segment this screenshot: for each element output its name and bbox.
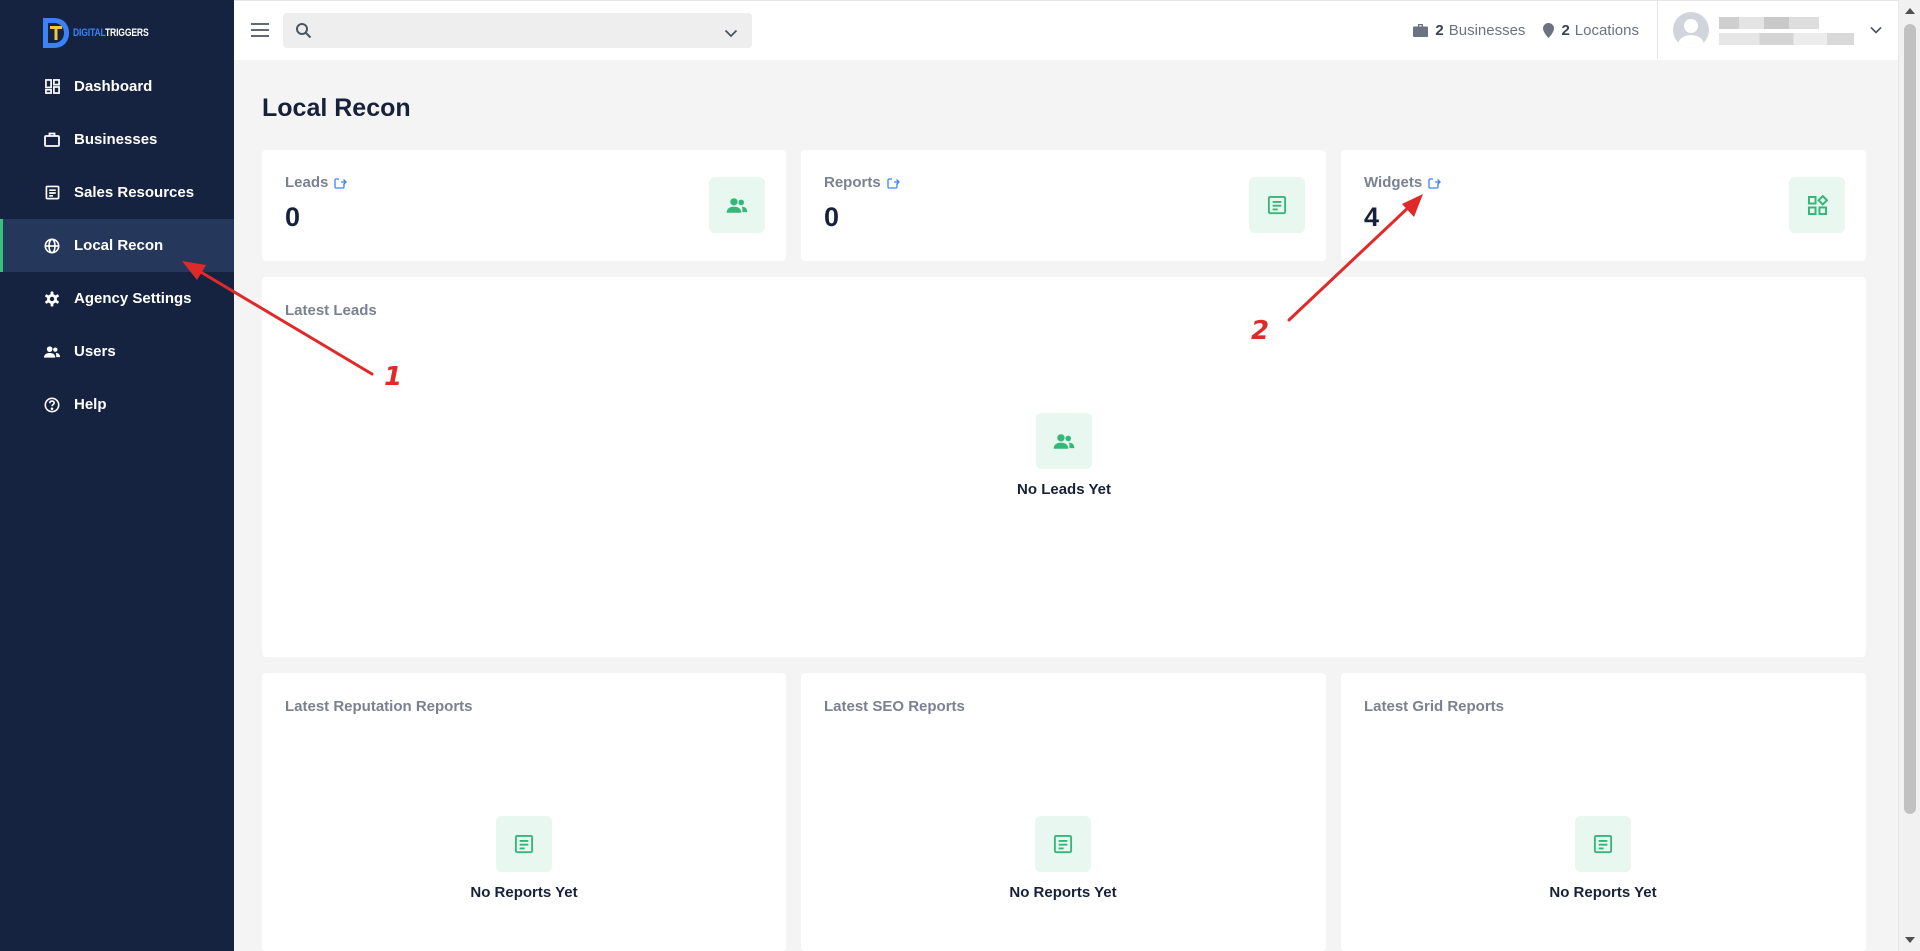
- widgets-icon: [1789, 177, 1845, 233]
- widgets-label: Widgets: [1364, 174, 1442, 191]
- business-search-select[interactable]: [283, 13, 752, 48]
- globe-icon: [44, 238, 60, 254]
- map-pin-icon: [1543, 22, 1555, 38]
- menu-toggle-icon[interactable]: [250, 21, 270, 39]
- gear-icon: [44, 291, 60, 307]
- document-icon: [44, 185, 60, 201]
- vertical-scrollbar[interactable]: [1898, 0, 1920, 951]
- report-icon: [1035, 816, 1091, 872]
- empty-message: No Reports Yet: [1549, 884, 1657, 901]
- sidebar-item-label: Users: [74, 343, 116, 360]
- annotation-number-1: 1: [384, 362, 403, 392]
- dashboard-icon: [44, 79, 60, 95]
- sidebar-item-users[interactable]: Users: [0, 325, 234, 378]
- empty-message: No Reports Yet: [1009, 884, 1117, 901]
- topbar: 2 Businesses 2 Locations: [234, 0, 1898, 60]
- scroll-up-icon[interactable]: [1905, 8, 1915, 14]
- widgets-stat-card: Widgets 4: [1341, 150, 1866, 261]
- reports-label: Reports: [824, 174, 900, 191]
- sidebar-item-dashboard[interactable]: Dashboard: [0, 60, 234, 113]
- leads-empty-state: No Leads Yet: [1004, 413, 1124, 498]
- sidebar-item-help[interactable]: Help: [0, 378, 234, 431]
- external-link-icon[interactable]: [887, 176, 900, 189]
- reports-empty-state: No Reports Yet: [1543, 816, 1663, 901]
- sidebar-item-label: Help: [74, 396, 107, 413]
- users-icon: [1036, 413, 1092, 469]
- sidebar-item-agency-settings[interactable]: Agency Settings: [0, 272, 234, 325]
- page-title: Local Recon: [262, 94, 411, 122]
- sidebar-item-label: Local Recon: [74, 237, 164, 254]
- grid-reports-card: Latest Grid Reports No Reports Yet: [1341, 673, 1866, 951]
- leads-count: 0: [285, 202, 301, 232]
- reports-empty-state: No Reports Yet: [1003, 816, 1123, 901]
- users-icon: [44, 344, 60, 360]
- briefcase-icon: [44, 132, 60, 148]
- brand-logo[interactable]: DIGITALTRIGGERS: [42, 17, 170, 49]
- seo-reports-card: Latest SEO Reports No Reports Yet: [801, 673, 1326, 951]
- leads-label: Leads: [285, 174, 348, 191]
- latest-leads-card: Latest Leads No Leads Yet: [262, 277, 1866, 657]
- sidebar: DIGITALTRIGGERS Dashboard Businesses Sal…: [0, 0, 234, 951]
- locations-count[interactable]: 2 Locations: [1543, 22, 1639, 39]
- sidebar-item-sales-resources[interactable]: Sales Resources: [0, 166, 234, 219]
- section-title: Latest Grid Reports: [1364, 698, 1505, 715]
- businesses-count[interactable]: 2 Businesses: [1413, 22, 1525, 39]
- sidebar-item-label: Dashboard: [74, 78, 153, 95]
- avatar[interactable]: [1673, 12, 1709, 48]
- reports-stat-card: Reports 0: [801, 150, 1326, 261]
- brand-name: DIGITALTRIGGERS: [73, 27, 149, 39]
- external-link-icon[interactable]: [1428, 176, 1442, 189]
- sidebar-item-label: Sales Resources: [74, 184, 195, 201]
- chevron-down-icon[interactable]: [724, 25, 738, 43]
- widgets-count: 4: [1364, 202, 1380, 232]
- sidebar-item-local-recon[interactable]: Local Recon: [0, 219, 234, 272]
- leads-stat-card: Leads 0: [262, 150, 786, 261]
- sidebar-nav: Dashboard Businesses Sales Resources Loc…: [0, 60, 234, 431]
- search-icon: [295, 22, 312, 44]
- briefcase-icon: [1413, 23, 1429, 37]
- section-title: Latest Reputation Reports: [285, 698, 473, 715]
- annotation-number-2: 2: [1251, 316, 1270, 346]
- latest-leads-title: Latest Leads: [285, 302, 377, 319]
- section-title: Latest SEO Reports: [824, 698, 965, 715]
- help-icon: [44, 397, 60, 413]
- empty-message: No Reports Yet: [470, 884, 578, 901]
- logo-mark-icon: [42, 17, 70, 49]
- report-icon: [1575, 816, 1631, 872]
- scroll-down-icon[interactable]: [1905, 937, 1915, 943]
- scrollbar-thumb[interactable]: [1904, 24, 1916, 814]
- reputation-reports-card: Latest Reputation Reports No Reports Yet: [262, 673, 786, 951]
- topbar-right: 2 Businesses 2 Locations: [1413, 1, 1898, 59]
- user-name-redacted: [1719, 9, 1854, 51]
- reports-empty-state: No Reports Yet: [464, 816, 584, 901]
- report-icon: [496, 816, 552, 872]
- sidebar-item-businesses[interactable]: Businesses: [0, 113, 234, 166]
- reports-count: 0: [824, 202, 840, 232]
- external-link-icon[interactable]: [334, 176, 348, 189]
- sidebar-item-label: Businesses: [74, 131, 158, 148]
- sidebar-item-label: Agency Settings: [74, 290, 192, 307]
- users-icon: [709, 177, 765, 233]
- empty-message: No Leads Yet: [1017, 481, 1111, 498]
- divider: [1657, 1, 1658, 59]
- report-icon: [1249, 177, 1305, 233]
- user-menu-chevron-down-icon[interactable]: [1870, 26, 1882, 34]
